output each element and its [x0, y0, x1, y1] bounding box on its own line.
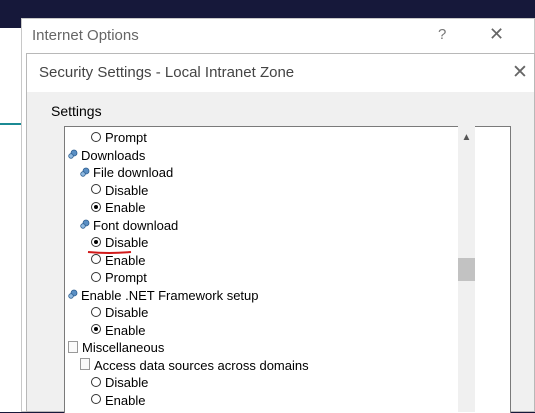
settings-category: Downloads	[68, 146, 145, 163]
radio-unchecked-icon[interactable]	[91, 254, 101, 265]
settings-gear-icon	[80, 219, 90, 229]
settings-gear-icon	[68, 149, 78, 159]
radio-unchecked-icon[interactable]	[91, 271, 101, 282]
settings-scrollbar[interactable]: ▲	[458, 126, 475, 412]
radio-option[interactable]: Disable	[91, 181, 148, 198]
security-settings-titlebar: Security Settings - Local Intranet Zone …	[27, 54, 534, 92]
radio-option[interactable]: Prompt	[91, 268, 147, 285]
settings-group-label: Settings	[51, 103, 102, 119]
radio-unchecked-icon[interactable]	[91, 306, 101, 317]
setting-label: Disable	[105, 375, 149, 391]
settings-gear-icon	[68, 289, 78, 299]
settings-category: Font download	[80, 216, 178, 233]
settings-category: Miscellaneous	[68, 338, 164, 355]
radio-option[interactable]: Enable	[91, 198, 145, 215]
accent-line	[0, 123, 22, 125]
setting-label: Miscellaneous	[82, 340, 165, 356]
setting-label: Font download	[93, 217, 179, 233]
radio-option[interactable]: Enable	[91, 391, 145, 408]
document-icon	[80, 358, 90, 371]
radio-checked-icon[interactable]	[91, 324, 101, 335]
radio-option[interactable]: Enable	[91, 321, 145, 338]
setting-label: Disable	[105, 305, 149, 321]
radio-option[interactable]: Enable	[91, 251, 145, 268]
settings-category: Access data sources across domains	[80, 356, 309, 373]
scroll-thumb[interactable]	[458, 257, 475, 281]
setting-label: Downloads	[81, 147, 146, 163]
setting-label: Prompt	[105, 270, 147, 286]
setting-label: Enable	[105, 252, 146, 268]
radio-option[interactable]: Prompt	[91, 128, 147, 145]
setting-label: Enable .NET Framework setup	[81, 287, 259, 303]
radio-checked-icon[interactable]	[91, 201, 101, 212]
setting-label: Disable	[105, 182, 149, 198]
radio-unchecked-icon[interactable]	[91, 376, 101, 387]
radio-option[interactable]: Disable	[91, 303, 148, 320]
close-icon[interactable]: ✕	[489, 24, 504, 45]
security-settings-title: Security Settings - Local Intranet Zone	[39, 64, 295, 81]
setting-label: Enable	[105, 322, 146, 338]
radio-unchecked-icon[interactable]	[91, 184, 101, 195]
internet-options-title: Internet Options	[32, 27, 139, 44]
radio-checked-icon[interactable]	[91, 236, 101, 247]
setting-label: Enable	[105, 200, 146, 216]
radio-option[interactable]: Disable	[91, 233, 148, 250]
setting-label: Enable	[105, 392, 146, 408]
settings-category: File download	[80, 163, 173, 180]
radio-unchecked-icon[interactable]	[91, 394, 101, 405]
radio-unchecked-icon[interactable]	[91, 131, 101, 142]
radio-option[interactable]: Disable	[91, 373, 148, 390]
setting-label: File download	[93, 165, 174, 181]
close-icon[interactable]: ✕	[512, 61, 528, 84]
settings-gear-icon	[80, 167, 90, 177]
setting-label: Prompt	[105, 130, 147, 146]
settings-list[interactable]: Prompt Downloads File download Disable Enabl…	[64, 126, 511, 413]
scroll-up-arrow-icon[interactable]: ▲	[458, 126, 475, 150]
settings-category: Enable .NET Framework setup	[68, 286, 259, 303]
setting-label: Disable	[105, 235, 149, 251]
document-icon	[68, 340, 78, 353]
setting-label: Access data sources across domains	[94, 357, 309, 373]
help-button[interactable]: ?	[438, 26, 446, 43]
